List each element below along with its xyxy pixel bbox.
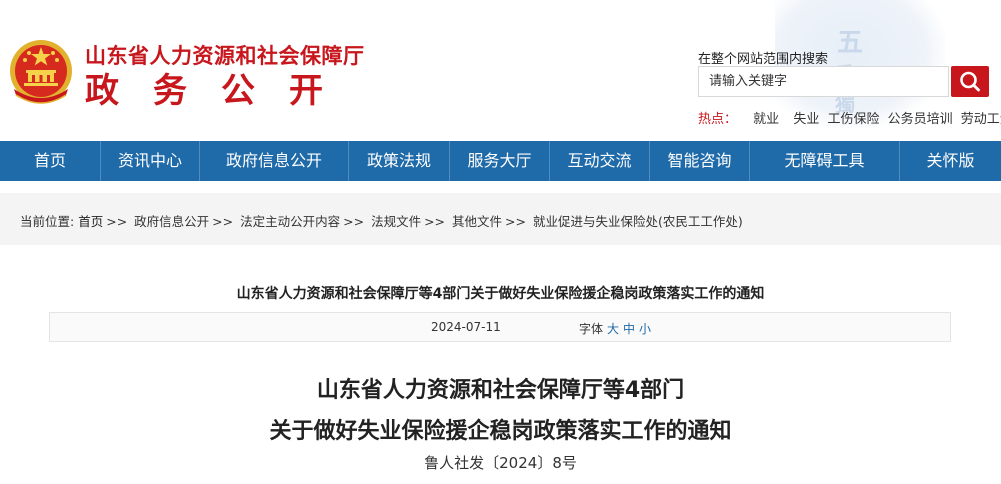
article-meta-bar: 2024-07-11 字体大中小 xyxy=(49,312,951,342)
font-size-label: 字体 xyxy=(579,322,604,336)
breadcrumb-separator: >> xyxy=(343,214,365,229)
font-size-large-button[interactable]: 大 xyxy=(607,322,619,336)
search-label: 在整个网站范围内搜索 xyxy=(698,52,829,67)
article-header-title: 山东省人力资源和社会保障厅等4部门关于做好失业保险援企稳岗政策落实工作的通知 xyxy=(236,286,765,302)
font-size-small-button[interactable]: 小 xyxy=(639,322,651,336)
nav-item-gov-info[interactable]: 政府信息公开 xyxy=(200,141,348,181)
nav-item-accessibility[interactable]: 无障碍工具 xyxy=(750,141,899,181)
hot-item[interactable]: 劳动工资 xyxy=(961,112,1001,127)
article-title-line2: 关于做好失业保险援企稳岗政策落实工作的通知 xyxy=(269,419,732,444)
nav-item-smart-consult[interactable]: 智能咨询 xyxy=(650,141,749,181)
hot-item[interactable]: 公务员培训 xyxy=(888,112,953,127)
breadcrumb-home[interactable]: 首页 xyxy=(78,214,103,229)
site-header: 五 岳 獨 山东省人力资源和社会保障厅 政务公开 在整个网站范围内搜索 热点： … xyxy=(0,0,1001,141)
breadcrumb-item[interactable]: 法规文件 xyxy=(371,214,421,229)
nav-item-news[interactable]: 资讯中心 xyxy=(101,141,199,181)
org-name: 山东省人力资源和社会保障厅 xyxy=(85,44,365,68)
national-emblem-icon xyxy=(10,40,72,104)
site-subtitle: 政务公开 xyxy=(85,71,357,111)
breadcrumb: 当前位置: 首页 >> 政府信息公开 >> 法定主动公开内容 >> 法规文件 >> 其他… xyxy=(20,211,743,230)
search-button[interactable] xyxy=(951,66,989,97)
nav-item-interaction[interactable]: 互动交流 xyxy=(550,141,649,181)
nav-item-care-mode[interactable]: 关怀版 xyxy=(900,141,1001,181)
magnifier-icon xyxy=(960,71,980,92)
search-input[interactable] xyxy=(698,66,949,97)
hot-topics: 热点： 就业 失业 工伤保险 公务员培训 劳动工资 xyxy=(698,108,1001,127)
hot-item[interactable]: 就业 xyxy=(753,112,779,127)
breadcrumb-item[interactable]: 法定主动公开内容 xyxy=(240,214,340,229)
font-size-controls: 字体大中小 xyxy=(579,320,651,337)
nav-item-home[interactable]: 首页 xyxy=(0,141,100,181)
hot-item[interactable]: 工伤保险 xyxy=(827,112,879,127)
breadcrumb-separator: >> xyxy=(106,214,128,229)
font-size-medium-button[interactable]: 中 xyxy=(623,322,635,336)
breadcrumb-item[interactable]: 政府信息公开 xyxy=(134,214,209,229)
breadcrumb-item[interactable]: 其他文件 xyxy=(452,214,502,229)
breadcrumb-prefix: 当前位置: xyxy=(20,214,75,229)
main-nav: 首页 资讯中心 政府信息公开 政策法规 服务大厅 互动交流 智能咨询 无障碍工具… xyxy=(0,141,1001,181)
breadcrumb-separator: >> xyxy=(505,214,526,229)
document-number: 鲁人社发〔2024〕8号 xyxy=(424,454,577,472)
breadcrumb-separator: >> xyxy=(424,214,446,229)
article-title-line1: 山东省人力资源和社会保障厅等4部门 xyxy=(316,378,685,403)
breadcrumb-item[interactable]: 就业促进与失业保险处(农民工工作处) xyxy=(533,214,743,229)
nav-item-service-hall[interactable]: 服务大厅 xyxy=(450,141,549,181)
publish-date: 2024-07-11 xyxy=(431,320,501,334)
hot-label: 热点： xyxy=(698,112,738,127)
nav-item-policy[interactable]: 政策法规 xyxy=(349,141,449,181)
breadcrumb-separator: >> xyxy=(212,214,234,229)
hot-item[interactable]: 失业 xyxy=(793,112,819,127)
